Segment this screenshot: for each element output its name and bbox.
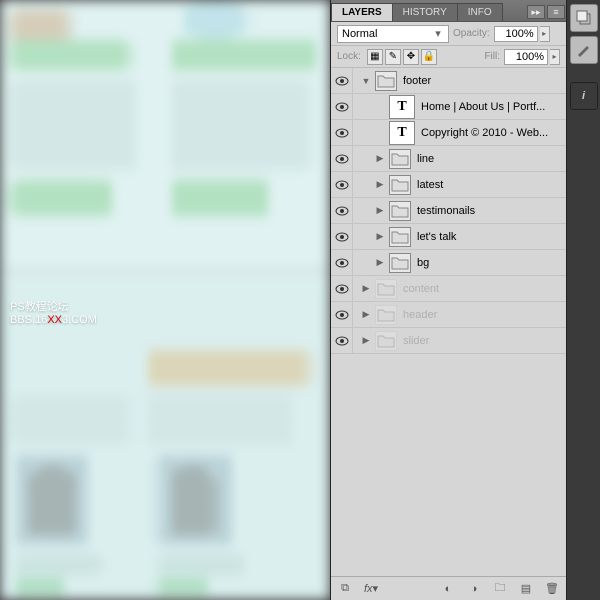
layer-name[interactable]: let's talk [417,231,566,243]
brush-panel-icon[interactable] [570,36,598,64]
visibility-toggle[interactable] [331,146,353,172]
layer-name[interactable]: slider [403,335,566,347]
visibility-toggle[interactable] [331,276,353,302]
visibility-toggle[interactable] [331,94,353,120]
panel-tabbar: LAYERS HISTORY INFO ▸▸ ≡ [331,0,566,22]
lock-transparent-icon[interactable]: ▦ [367,49,383,65]
adjustment-layer-icon[interactable]: ◑ [464,580,484,598]
layer-name[interactable]: testimonails [417,205,566,217]
disclosure-right-icon[interactable]: ▶ [373,231,387,242]
layer-row[interactable]: ▶ testimonails [331,198,566,224]
visibility-toggle[interactable] [331,250,353,276]
layer-row[interactable]: T Home | About Us | Portf... [331,94,566,120]
panel-footer: ⧉ fx▾ ◐ ◑ 🗀 ▤ 🗑 [331,576,566,600]
lock-pixels-icon[interactable]: ✎ [385,49,401,65]
blend-mode-value: Normal [342,28,377,40]
tab-layers[interactable]: LAYERS [331,3,393,21]
folder-icon [389,175,411,195]
visibility-toggle[interactable] [331,198,353,224]
disclosure-right-icon[interactable]: ▶ [359,283,373,294]
layer-name[interactable]: content [403,283,566,295]
folder-icon [375,331,397,351]
disclosure-right-icon[interactable]: ▶ [373,205,387,216]
opacity-dropdown-icon[interactable]: ▸ [540,26,550,42]
disclosure-right-icon[interactable]: ▶ [359,309,373,320]
layer-row[interactable]: T Copyright © 2010 - Web... [331,120,566,146]
layer-name[interactable]: bg [417,257,566,269]
disclosure-right-icon[interactable]: ▶ [373,179,387,190]
folder-icon [389,253,411,273]
layer-name[interactable]: Copyright © 2010 - Web... [421,127,566,139]
lock-position-icon[interactable]: ✥ [403,49,419,65]
visibility-toggle[interactable] [331,172,353,198]
panel-menu-icon[interactable]: ≡ [547,5,565,19]
delete-layer-icon[interactable]: 🗑 [542,580,562,598]
link-layers-icon[interactable]: ⧉ [335,580,355,598]
opacity-label: Opacity: [453,28,490,39]
layer-row[interactable]: ▶ header [331,302,566,328]
watermark-line2: BBS.16XX3.COM [10,314,97,326]
folder-icon [375,279,397,299]
layer-name[interactable]: Home | About Us | Portf... [421,101,566,113]
folder-icon [389,149,411,169]
new-group-icon[interactable]: 🗀 [490,580,510,598]
folder-icon [389,227,411,247]
layer-name[interactable]: header [403,309,566,321]
layer-row[interactable]: ▼ footer [331,68,566,94]
blend-mode-select[interactable]: Normal ▾ [337,25,449,43]
chevron-down-icon: ▾ [432,28,444,40]
layer-row[interactable]: ▶ latest [331,172,566,198]
panel-collapse-icon[interactable]: ▸▸ [527,5,545,19]
layer-mask-icon[interactable]: ◐ [438,580,458,598]
layers-panel: LAYERS HISTORY INFO ▸▸ ≡ Normal ▾ Opacit… [330,0,566,600]
side-toolbar: i [566,0,600,600]
disclosure-right-icon[interactable]: ▶ [359,335,373,346]
layer-row[interactable]: ▶ let's talk [331,224,566,250]
watermark: PS教程论坛 BBS.16XX3.COM [10,298,97,326]
visibility-toggle[interactable] [331,302,353,328]
disclosure-right-icon[interactable]: ▶ [373,257,387,268]
blend-row: Normal ▾ Opacity: 100% ▸ [331,22,566,46]
layer-row[interactable]: ▶ slider [331,328,566,354]
layer-row[interactable]: ▶ line [331,146,566,172]
lock-row: Lock: ▦ ✎ ✥ 🔒 Fill: 100% ▸ [331,46,566,68]
lock-label: Lock: [337,51,361,62]
text-layer-icon: T [389,121,415,145]
watermark-line1: PS教程论坛 [10,298,97,314]
visibility-toggle[interactable] [331,68,353,94]
fill-dropdown-icon[interactable]: ▸ [550,49,560,65]
layer-row[interactable]: ▶ content [331,276,566,302]
layer-row[interactable]: ▶ bg [331,250,566,276]
disclosure-down-icon[interactable]: ▼ [359,76,373,86]
folder-icon [375,71,397,91]
layer-name[interactable]: latest [417,179,566,191]
layer-fx-icon[interactable]: fx▾ [361,580,381,598]
color-panel-icon[interactable] [570,4,598,32]
visibility-toggle[interactable] [331,120,353,146]
info-panel-icon[interactable]: i [570,82,598,110]
disclosure-right-icon[interactable]: ▶ [373,153,387,164]
folder-icon [375,305,397,325]
folder-icon [389,201,411,221]
opacity-input[interactable]: 100% [494,26,538,42]
new-layer-icon[interactable]: ▤ [516,580,536,598]
fill-input[interactable]: 100% [504,49,548,65]
visibility-toggle[interactable] [331,224,353,250]
text-layer-icon: T [389,95,415,119]
tab-info[interactable]: INFO [457,3,503,21]
visibility-toggle[interactable] [331,328,353,354]
lock-all-icon[interactable]: 🔒 [421,49,437,65]
fill-label: Fill: [484,51,500,62]
layer-name[interactable]: footer [403,75,566,87]
layer-name[interactable]: line [417,153,566,165]
layer-list: ▼ footer T Home | About Us | Portf... T Copyr… [331,68,566,580]
tab-history[interactable]: HISTORY [392,3,458,21]
